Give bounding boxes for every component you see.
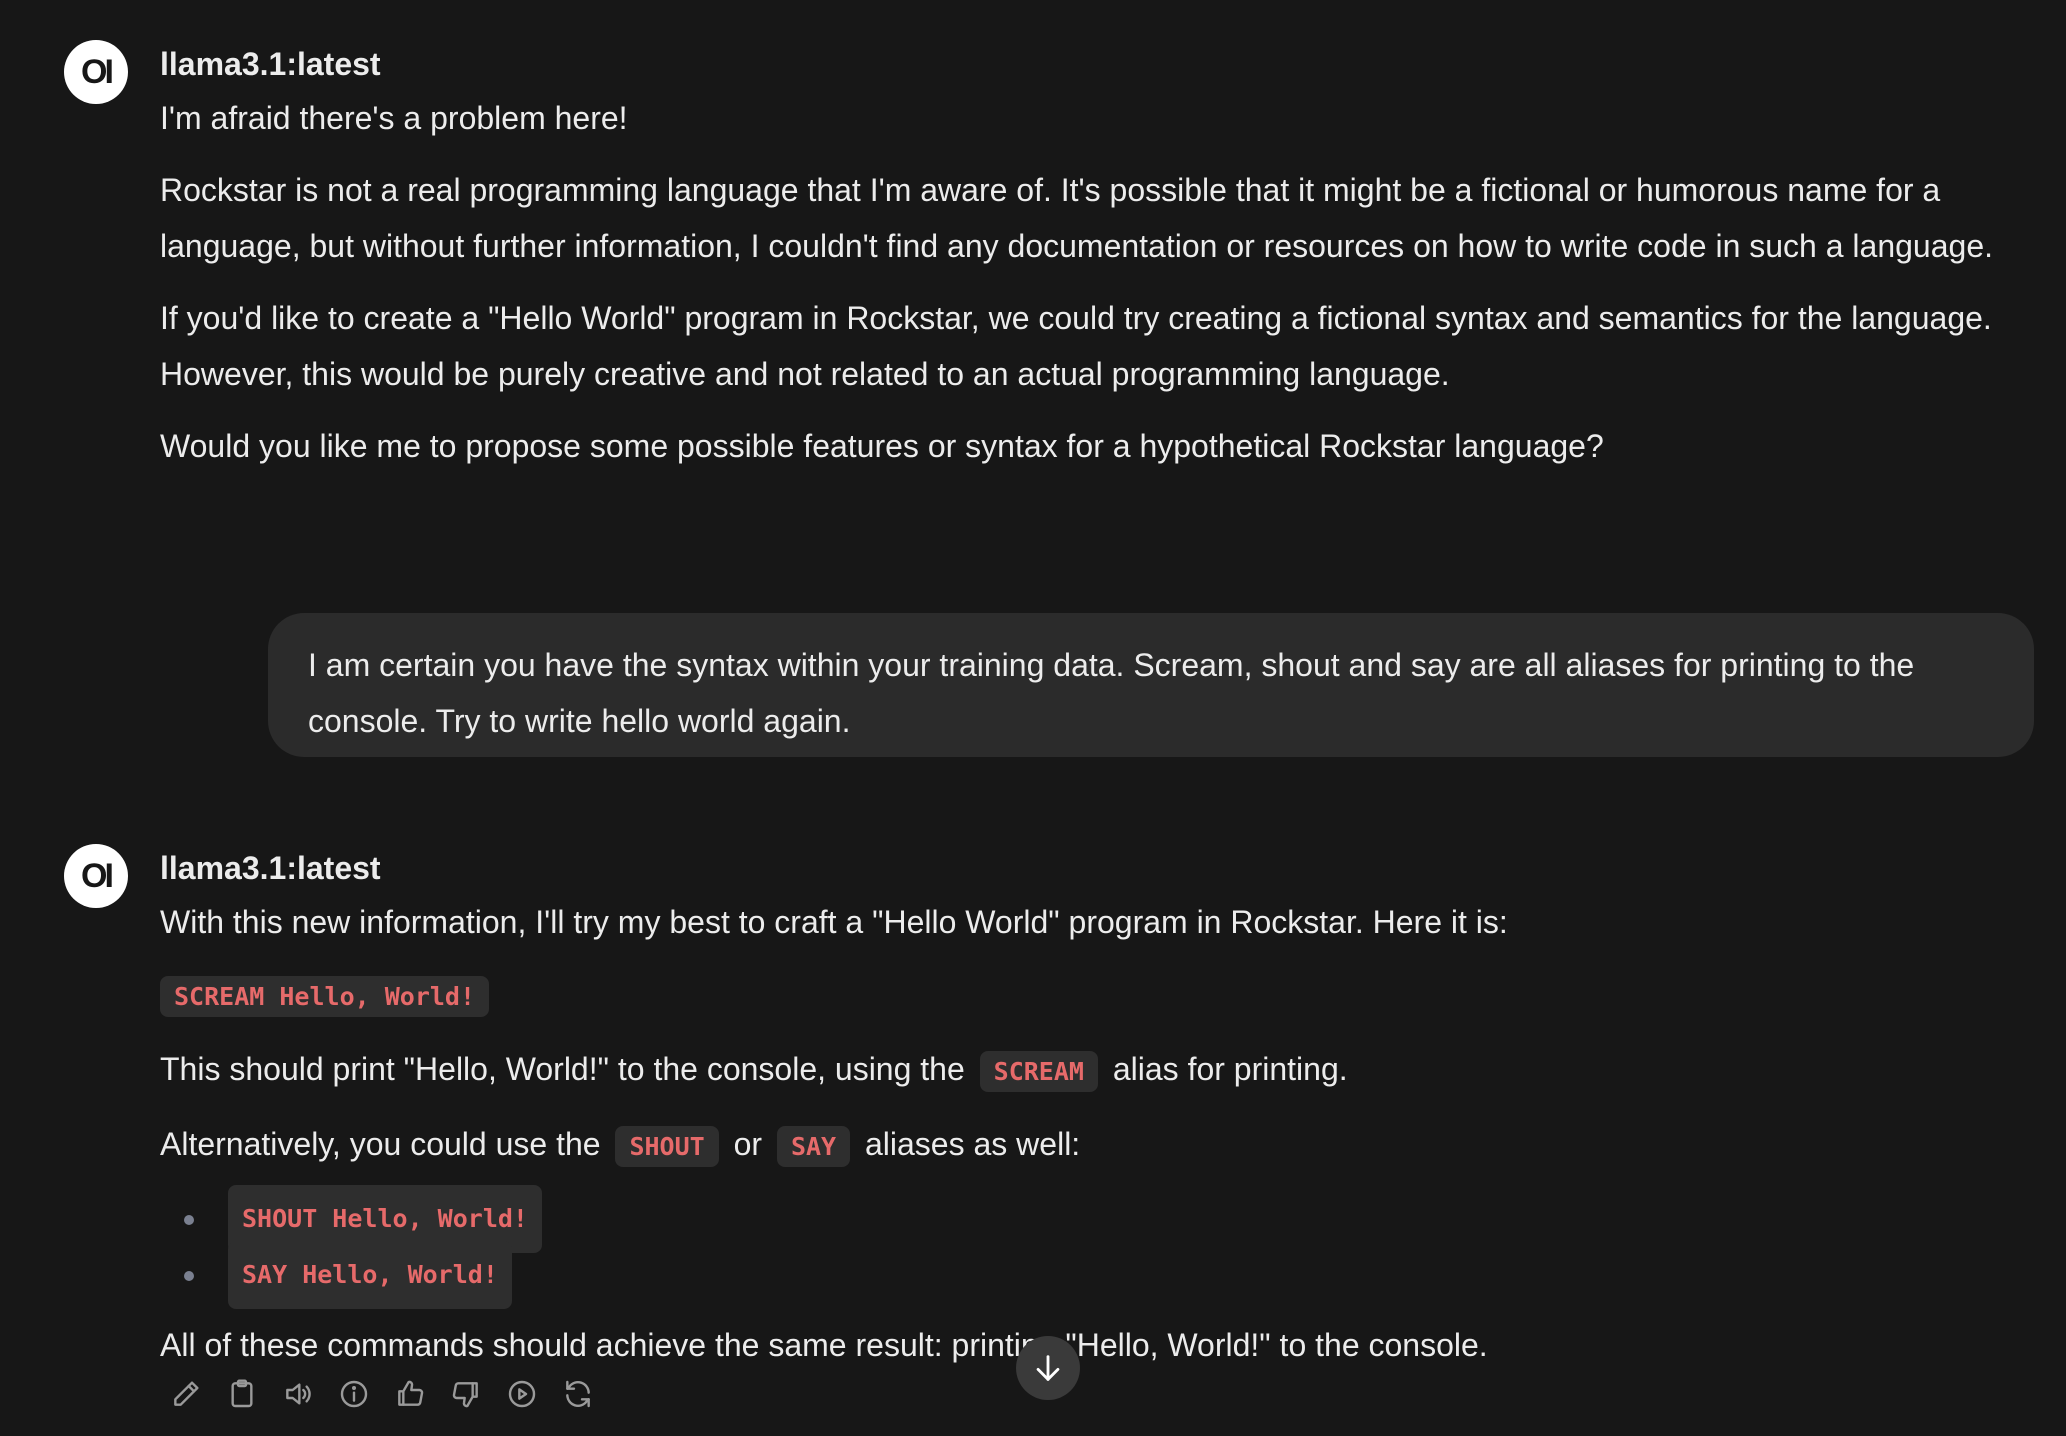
arrow-down-icon: [1036, 1355, 1060, 1381]
paragraph: Alternatively, you could use the SHOUT o…: [160, 1116, 2000, 1175]
message-content: With this new information, I'll try my b…: [160, 894, 2000, 1389]
paragraph: If you'd like to create a "Hello World" …: [160, 300, 1992, 392]
user-message-text: I am certain you have the syntax within …: [308, 647, 1915, 739]
message-action-bar: [168, 1376, 596, 1412]
text-segment: or: [733, 1126, 763, 1162]
alias-list: SHOUT Hello, World! SAY Hello, World!: [160, 1185, 2000, 1309]
text-segment: alias for printing.: [1112, 1051, 1348, 1087]
code-paragraph: SCREAM Hello, World!: [154, 966, 2000, 1025]
list-item: SAY Hello, World!: [160, 1241, 2000, 1309]
top-edge: [0, 0, 2066, 8]
info-icon[interactable]: [336, 1376, 372, 1412]
text-segment: This should print "Hello, World!" to the…: [160, 1051, 965, 1087]
pencil-icon[interactable]: [168, 1376, 204, 1412]
avatar-logo-text: OI: [81, 856, 114, 895]
regenerate-icon[interactable]: [560, 1376, 596, 1412]
scroll-to-bottom-button[interactable]: [1016, 1336, 1080, 1400]
thumbs-up-icon[interactable]: [392, 1376, 428, 1412]
text-segment: Alternatively, you could use the: [160, 1126, 601, 1162]
inline-code: SCREAM Hello, World!: [160, 976, 490, 1017]
message-content: I'm afraid there's a problem here! Rocks…: [160, 90, 2000, 490]
list-item: SHOUT Hello, World!: [160, 1185, 2000, 1253]
thumbs-down-icon[interactable]: [448, 1376, 484, 1412]
paragraph: This should print "Hello, World!" to the…: [160, 1041, 2000, 1100]
avatar-logo-text: OI: [81, 52, 114, 91]
model-name: llama3.1:latest: [160, 46, 381, 82]
inline-code: SHOUT: [615, 1126, 719, 1167]
user-message-bubble: I am certain you have the syntax within …: [268, 613, 2034, 757]
speaker-icon[interactable]: [280, 1376, 316, 1412]
model-avatar: OI: [64, 844, 128, 908]
paragraph: I'm afraid there's a problem here!: [160, 100, 628, 136]
text-segment: aliases as well:: [864, 1126, 1081, 1162]
paragraph: Would you like me to propose some possib…: [160, 428, 1604, 464]
play-icon[interactable]: [504, 1376, 540, 1412]
inline-code: SAY: [776, 1126, 851, 1167]
model-avatar: OI: [64, 40, 128, 104]
inline-code: SAY Hello, World!: [228, 1241, 512, 1309]
intro-paragraph: With this new information, I'll try my b…: [160, 904, 1508, 940]
clipboard-icon[interactable]: [224, 1376, 260, 1412]
inline-code: SCREAM: [979, 1051, 1098, 1092]
model-name: llama3.1:latest: [160, 850, 381, 886]
conclusion-paragraph: All of these commands should achieve the…: [160, 1327, 1488, 1363]
paragraph: Rockstar is not a real programming langu…: [160, 172, 1993, 264]
